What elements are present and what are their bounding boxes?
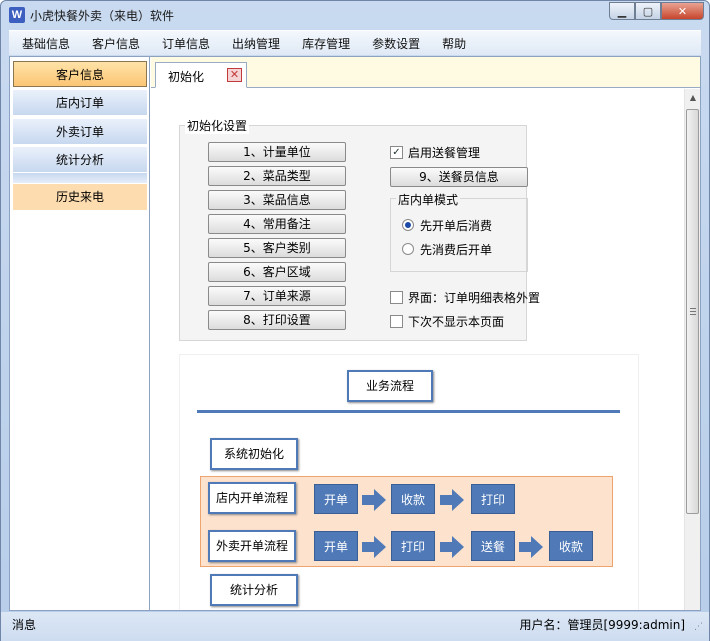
title-bar[interactable]: W 小虎快餐外卖（来电）软件 ▁ ▢ ✕ (1, 1, 709, 29)
instore-mode-group: 店内单模式 先开单后消费 先消费后开单 (390, 191, 528, 272)
mode-option-consume-first[interactable]: 先消费后开单 (402, 241, 492, 257)
tab-content: 初始化设置 1、计量单位 2、菜品类型 3、菜品信息 4、常用备注 5、客户类别… (151, 89, 700, 610)
dish-info-button[interactable]: 3、菜品信息 (208, 190, 346, 210)
menu-bar: 基础信息 客户信息 订单信息 出纳管理 库存管理 参数设置 帮助 (9, 30, 701, 55)
maximize-icon: ▢ (642, 4, 654, 18)
tab-close-icon[interactable]: ✕ (227, 68, 242, 82)
main-panel: 初始化 ✕ 初始化设置 1、计量单位 2、菜品类型 3、菜品信息 4、常用备注 … (151, 57, 700, 610)
sidebar-item-customer-info[interactable]: 客户信息 (13, 61, 147, 87)
checkbox-unchecked-icon (390, 290, 403, 304)
close-icon: ✕ (677, 4, 688, 18)
customer-category-button[interactable]: 5、客户类别 (208, 238, 346, 258)
sidebar-item-instore-orders[interactable]: 店内订单 (13, 90, 147, 116)
status-user: 用户名：管理员[9999:admin] (519, 618, 685, 632)
arrow-right-icon (519, 536, 543, 558)
sidebar-item-takeout-orders[interactable]: 外卖订单 (13, 119, 147, 145)
arrow-right-icon (440, 489, 464, 511)
tab-label: 初始化 (168, 70, 205, 84)
takeout-step-deliver: 送餐 (471, 531, 515, 561)
unit-button[interactable]: 1、计量单位 (208, 142, 346, 162)
delivery-checkbox[interactable]: ✓ 启用送餐管理 (390, 144, 480, 160)
delivery-checkbox-label: 启用送餐管理 (408, 145, 481, 160)
app-window: W 小虎快餐外卖（来电）软件 ▁ ▢ ✕ 基础信息 客户信息 订单信息 出纳管理… (0, 0, 710, 641)
status-message: 消息 (12, 618, 37, 632)
scroll-up-icon[interactable]: ▲ (688, 93, 698, 103)
hide-page-checkbox-label: 下次不显示本页面 (408, 314, 505, 329)
app-icon: W (9, 7, 25, 23)
tab-init[interactable]: 初始化 ✕ (155, 62, 247, 88)
mode-option-label: 先消费后开单 (420, 242, 493, 257)
order-source-button[interactable]: 7、订单来源 (208, 286, 346, 306)
maximize-button[interactable]: ▢ (635, 2, 661, 20)
radio-unselected-icon (402, 243, 414, 255)
tab-strip: 初始化 ✕ (151, 57, 700, 88)
grip-line (690, 308, 696, 309)
flow-title-box: 业务流程 (347, 370, 433, 402)
sidebar-item-statistics[interactable]: 统计分析 (13, 147, 147, 173)
mode-option-order-first[interactable]: 先开单后消费 (402, 217, 492, 233)
close-button[interactable]: ✕ (661, 2, 704, 20)
business-flow-diagram: 业务流程 系统初始化 店内开单流程 开单 收款 打印 外卖开单流程 开单 打印 (179, 354, 639, 610)
hide-page-checkbox[interactable]: 下次不显示本页面 (390, 313, 504, 329)
client-area: 客户信息 店内订单 外卖订单 统计分析 历史来电 初始化 ✕ 初始化设置 1、计… (9, 56, 701, 611)
menu-basic-info[interactable]: 基础信息 (9, 35, 79, 52)
menu-customer-info[interactable]: 客户信息 (79, 35, 149, 52)
instore-step-print: 打印 (471, 484, 515, 514)
instore-step-open: 开单 (314, 484, 358, 514)
vertical-scrollbar[interactable]: ▲ (684, 89, 700, 610)
instore-mode-title: 店内单模式 (396, 191, 461, 208)
menu-settings[interactable]: 参数设置 (359, 35, 429, 52)
init-settings-group: 初始化设置 1、计量单位 2、菜品类型 3、菜品信息 4、常用备注 5、客户类别… (179, 117, 540, 341)
arrow-right-icon (440, 536, 464, 558)
mode-option-label: 先开单后消费 (420, 218, 493, 233)
dish-type-button[interactable]: 2、菜品类型 (208, 166, 346, 186)
menu-inventory[interactable]: 库存管理 (289, 35, 359, 52)
window-title: 小虎快餐外卖（来电）软件 (30, 9, 175, 23)
instore-flow-label: 店内开单流程 (208, 482, 296, 514)
radio-selected-icon (402, 219, 414, 231)
checkbox-checked-icon: ✓ (390, 145, 403, 159)
menu-order-info[interactable]: 订单信息 (149, 35, 219, 52)
instore-step-pay: 收款 (391, 484, 435, 514)
ui-detail-checkbox-label: 界面：订单明细表格外置 (408, 290, 541, 305)
arrow-right-icon (362, 536, 386, 558)
resize-grip-icon[interactable]: ⋰ (694, 622, 706, 634)
takeout-step-open: 开单 (314, 531, 358, 561)
menu-help[interactable]: 帮助 (429, 35, 475, 52)
courier-info-button[interactable]: 9、送餐员信息 (390, 167, 528, 187)
flow-stats-box: 统计分析 (210, 574, 298, 606)
scroll-thumb[interactable] (686, 109, 699, 514)
flow-init-box: 系统初始化 (210, 438, 298, 470)
status-bar: 消息 用户名：管理员[9999:admin] ⋰ (1, 612, 709, 641)
arrow-right-icon (362, 489, 386, 511)
takeout-flow-label: 外卖开单流程 (208, 530, 296, 562)
customer-region-button[interactable]: 6、客户区域 (208, 262, 346, 282)
grip-line (690, 314, 696, 315)
common-notes-button[interactable]: 4、常用备注 (208, 214, 346, 234)
ui-detail-checkbox[interactable]: 界面：订单明细表格外置 (390, 289, 540, 305)
grip-line (690, 311, 696, 312)
sidebar: 客户信息 店内订单 外卖订单 统计分析 历史来电 (10, 57, 150, 610)
takeout-step-print: 打印 (391, 531, 435, 561)
group-title: 初始化设置 (185, 117, 250, 134)
takeout-step-pay: 收款 (549, 531, 593, 561)
flow-divider (197, 410, 620, 413)
minimize-icon: ▁ (617, 4, 627, 18)
sidebar-item-call-history[interactable]: 历史来电 (13, 184, 147, 210)
window-controls: ▁ ▢ ✕ (609, 2, 704, 21)
print-settings-button[interactable]: 8、打印设置 (208, 310, 346, 330)
minimize-button[interactable]: ▁ (609, 2, 635, 20)
sidebar-divider (13, 173, 147, 183)
menu-cashier[interactable]: 出纳管理 (219, 35, 289, 52)
checkbox-unchecked-icon (390, 314, 403, 328)
